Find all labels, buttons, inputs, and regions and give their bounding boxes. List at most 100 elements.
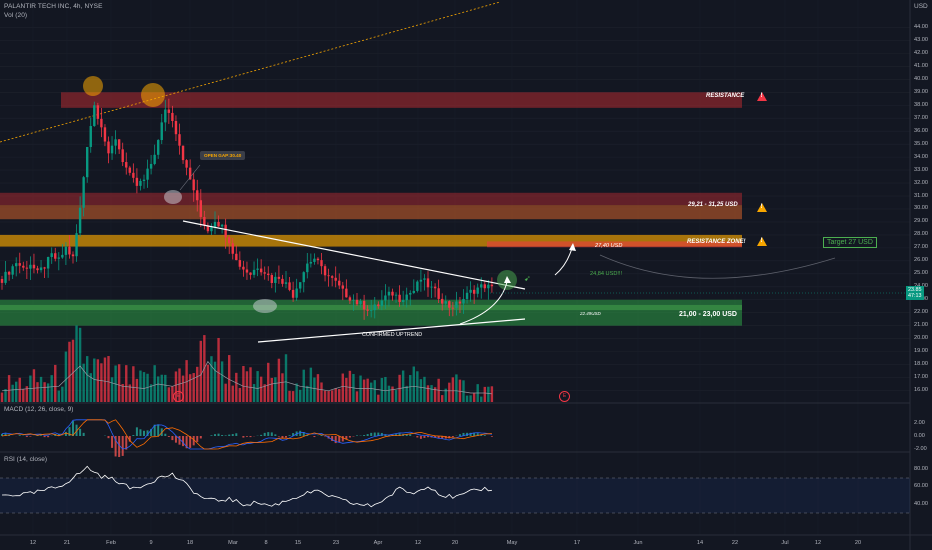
volume-bar	[117, 364, 121, 402]
volume-bar	[15, 381, 18, 402]
volume-bar	[224, 383, 227, 402]
volume-bar	[274, 377, 277, 402]
macd-histogram-bar	[313, 436, 316, 438]
macd-histogram-bar	[107, 436, 110, 439]
candle-body	[384, 295, 387, 301]
price-tick-label: 34.00	[914, 153, 928, 160]
volume-bar	[469, 395, 472, 402]
volume-bar	[387, 385, 391, 402]
target-label: Target 27 USD	[823, 237, 877, 248]
volume-bar	[267, 362, 270, 402]
volume-bar	[341, 373, 344, 402]
candle-body	[15, 263, 18, 267]
volume-bar	[210, 356, 213, 402]
candle-body	[284, 282, 288, 284]
candle-body	[185, 160, 188, 168]
candle-body	[306, 263, 309, 273]
candle-body	[441, 298, 444, 304]
volume-bar	[43, 382, 46, 402]
time-tick-label: 12	[814, 540, 822, 546]
macd-histogram-bar	[277, 436, 280, 437]
volume-bar	[384, 376, 387, 402]
band-29-31-label: 29,21 - 31,25 USD	[688, 202, 738, 208]
volume-bar	[199, 340, 202, 402]
rsi-label[interactable]: RSI (14, close)	[4, 456, 47, 463]
volume-bar	[313, 377, 316, 402]
macd-histogram-bar	[47, 436, 50, 438]
price-tick-label: 17.00	[914, 374, 928, 381]
candle-body	[235, 253, 238, 261]
candle-body	[117, 139, 121, 150]
macd-histogram-bar	[356, 435, 358, 436]
macd-histogram-bar	[348, 436, 351, 438]
volume-bar	[487, 386, 490, 402]
candle-body	[274, 276, 277, 283]
volume-bar	[465, 395, 469, 402]
macd-histogram-bar	[427, 436, 429, 438]
candle-body	[82, 177, 85, 208]
rsi-tick-label: 40.00	[914, 500, 928, 507]
volume-indicator-label[interactable]: Vol (20)	[4, 12, 27, 19]
candle-body	[352, 299, 355, 301]
volume-bar	[192, 373, 195, 402]
volume-bar	[7, 375, 11, 402]
last-price-tag: 23.85 47:13	[906, 286, 924, 300]
time-tick-label: 21	[63, 540, 71, 546]
candle-body	[18, 263, 21, 266]
volume-bar	[455, 374, 458, 402]
volume-bar	[401, 370, 405, 402]
volume-bar	[39, 376, 43, 402]
price-tick-label: 35.00	[914, 140, 928, 147]
macd-histogram-bar	[199, 436, 202, 439]
candle-body	[135, 177, 139, 186]
volume-bar	[46, 383, 50, 402]
time-tick-label: Feb	[106, 540, 116, 546]
time-tick-label: 17	[573, 540, 581, 546]
volume-bar	[277, 358, 281, 402]
price-tick-label: 16.00	[914, 387, 928, 394]
time-tick-label: 18	[186, 540, 194, 546]
resistance-warning-icon	[757, 92, 767, 101]
macd-histogram-bar	[341, 436, 344, 442]
time-tick-label: 15	[294, 540, 302, 546]
candle-body	[348, 297, 352, 301]
candle-body	[373, 304, 376, 311]
candle-body	[416, 281, 419, 291]
candle-body	[142, 179, 146, 181]
candle-body	[401, 300, 405, 302]
time-tick-label: Mar	[228, 540, 238, 546]
earnings-marker-1[interactable]: E	[173, 391, 184, 402]
candle-body	[249, 272, 252, 275]
macd-histogram-bar	[72, 421, 74, 436]
candle-body	[164, 109, 167, 123]
volume-bar	[263, 384, 266, 402]
macd-histogram-bar	[79, 428, 82, 436]
candle-body	[75, 233, 78, 257]
time-tick-label: 22	[731, 540, 739, 546]
candle-body	[11, 266, 14, 275]
macd-histogram-bar	[64, 431, 67, 436]
candle-body	[224, 224, 227, 238]
price-tick-label: 39.00	[914, 88, 928, 95]
volume-bar	[281, 373, 284, 402]
macd-histogram-bar	[132, 435, 135, 436]
band-warning-icon	[757, 203, 767, 212]
macd-label[interactable]: MACD (12, 26, close, 9)	[4, 406, 73, 413]
time-tick-label: 14	[696, 540, 704, 546]
candle-body	[220, 224, 224, 227]
volume-bar	[213, 361, 217, 402]
volume-bar	[142, 372, 146, 402]
candle-body	[171, 112, 174, 121]
volume-bar	[249, 367, 252, 402]
volume-bar	[164, 374, 167, 402]
earnings-marker-2[interactable]: E	[559, 391, 570, 402]
macd-histogram-bar	[135, 427, 138, 436]
volume-bar	[483, 386, 486, 402]
macd-histogram-bar	[409, 434, 412, 436]
resistance-zone-warning-icon	[757, 237, 767, 246]
price-tick-label: 36.00	[914, 127, 928, 134]
candle-body	[50, 253, 53, 257]
rsi-tick-label: 60.00	[914, 483, 928, 490]
candle-body	[231, 243, 234, 254]
candle-body	[419, 279, 423, 282]
